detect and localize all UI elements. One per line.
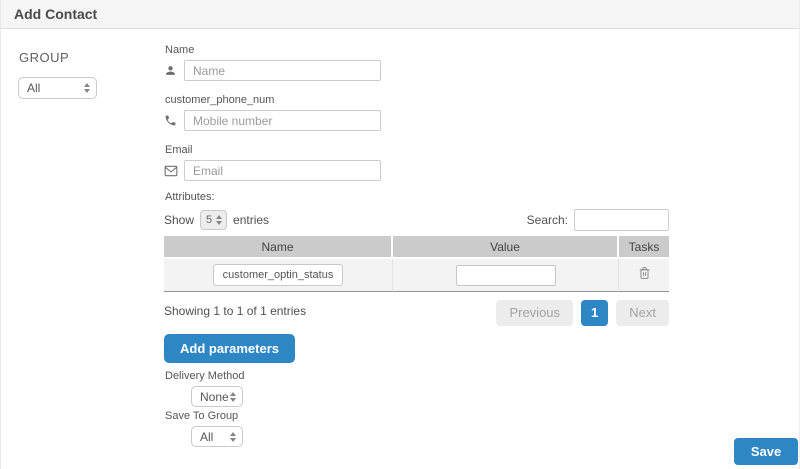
name-field-row [164, 60, 669, 81]
show-entries-value: 5 [206, 214, 212, 226]
select-arrows-icon [84, 83, 90, 93]
name-label: Name [165, 44, 669, 56]
entries-label: entries [233, 213, 269, 227]
table-row: customer_optin_status [164, 259, 669, 292]
add-parameters-button[interactable]: Add parameters [164, 334, 295, 363]
previous-page-button[interactable]: Previous [496, 300, 573, 326]
phone-input[interactable] [184, 110, 381, 131]
table-controls: Show 5 entries Search: [164, 209, 669, 231]
column-header-value[interactable]: Value [393, 236, 619, 259]
column-header-tasks[interactable]: Tasks [619, 236, 669, 259]
add-contact-panel: Add Contact GROUP All Name customer_phon… [0, 0, 800, 469]
page-1-button[interactable]: 1 [581, 300, 608, 326]
show-label: Show [164, 213, 194, 227]
attributes-label: Attributes: [165, 191, 669, 203]
panel-header: Add Contact [1, 0, 800, 29]
next-page-button[interactable]: Next [616, 300, 669, 326]
select-arrows-icon [216, 215, 222, 225]
attribute-name-chip: customer_optin_status [213, 264, 344, 286]
search-label: Search: [527, 213, 568, 227]
group-select[interactable]: All [18, 77, 97, 99]
page-title: Add Contact [14, 6, 97, 22]
show-entries-select[interactable]: 5 [200, 210, 227, 230]
phone-label: customer_phone_num [165, 94, 669, 106]
email-field-row [164, 160, 669, 181]
save-button[interactable]: Save [734, 438, 798, 465]
show-entries-group: Show 5 entries [164, 210, 269, 230]
delivery-method-label: Delivery Method [165, 370, 669, 382]
table-footer: Showing 1 to 1 of 1 entries Previous 1 N… [164, 300, 669, 326]
delivery-method-select[interactable]: None [191, 386, 243, 407]
save-to-group-select[interactable]: All [191, 426, 243, 447]
save-to-group-value: All [200, 430, 213, 444]
contact-form: Name customer_phone_num Email Attributes… [164, 44, 669, 447]
group-select-value: All [27, 81, 40, 95]
delivery-method-value: None [200, 390, 229, 404]
envelope-icon [164, 165, 184, 177]
trash-icon[interactable] [638, 266, 651, 280]
user-icon [164, 64, 184, 77]
table-header-row: Name Value Tasks [164, 236, 669, 259]
column-header-name[interactable]: Name [164, 236, 393, 259]
pagination: Previous 1 Next [488, 300, 669, 326]
select-arrows-icon [230, 392, 236, 402]
attributes-table: Name Value Tasks customer_optin_status [164, 236, 669, 292]
email-input[interactable] [184, 160, 381, 181]
phone-field-row [164, 110, 669, 131]
group-label: GROUP [19, 50, 69, 65]
phone-icon [164, 114, 184, 127]
attribute-value-input[interactable] [456, 265, 556, 286]
email-label: Email [165, 144, 669, 156]
save-to-group-label: Save To Group [165, 410, 669, 422]
search-input[interactable] [574, 209, 669, 231]
select-arrows-icon [230, 432, 236, 442]
name-input[interactable] [184, 60, 381, 81]
table-info: Showing 1 to 1 of 1 entries [164, 300, 306, 318]
search-group: Search: [527, 209, 669, 231]
